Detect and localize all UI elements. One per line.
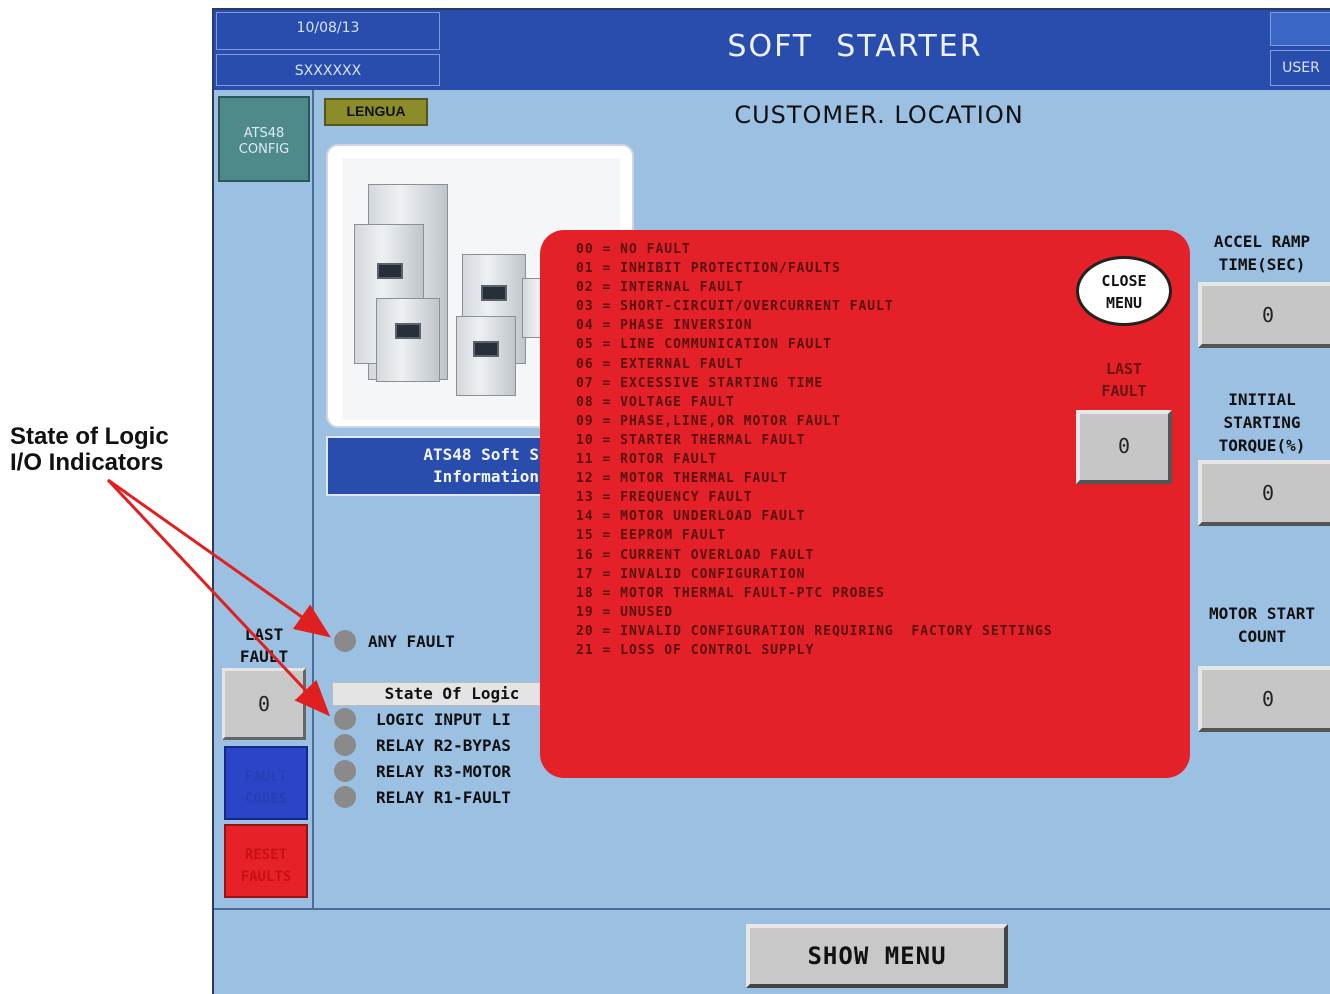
fault-code-item: 02 = INTERNAL FAULT <box>576 280 744 296</box>
fault-code-item: 00 = NO FAULT <box>576 242 691 257</box>
initial-torque-label: INITIAL STARTING TORQUE(%) <box>1218 390 1306 455</box>
logic-input-indicator <box>334 708 356 730</box>
fault-code-item: 06 = EXTERNAL FAULT <box>576 356 744 372</box>
user-button[interactable]: USER <box>1270 50 1330 86</box>
fault-code-item: 12 = MOTOR THERMAL FAULT <box>576 471 788 487</box>
initial-torque-value[interactable]: 0 <box>1198 460 1330 526</box>
relay-r1-indicator <box>334 786 356 808</box>
state-of-logic-header: State Of Logic <box>332 682 572 706</box>
callout-line-2: I/O Indicators <box>10 449 164 476</box>
date-display: 10/08/13 <box>216 12 440 50</box>
fault-code-item: 01 = INHIBIT PROTECTION/FAULTS <box>576 261 841 277</box>
device-compact-1 <box>376 298 440 382</box>
hmi-screen: 10/08/13 SXXXXXX SOFT STARTER USER ATS48… <box>212 8 1330 994</box>
fault-code-list: 00 = NO FAULT 01 = INHIBIT PROTECTION/FAU… <box>576 240 1053 660</box>
callout-label: State of Logic I/O Indicators <box>10 424 210 476</box>
motor-start-count-label: MOTOR START COUNT <box>1209 604 1315 646</box>
relay-r3-indicator <box>334 760 356 782</box>
any-fault-indicator <box>334 630 356 652</box>
fault-code-item: 20 = INVALID CONFIGURATION REQUIRING FAC… <box>576 623 1053 639</box>
logic-input-label: LOGIC INPUT LI <box>376 710 511 729</box>
left-sidebar: ATS48 CONFIG LAST FAULT 0 FAULT CODES RE… <box>214 90 314 908</box>
fault-code-item: 09 = PHASE,LINE,OR MOTOR FAULT <box>576 413 841 429</box>
motor-start-count-value: 0 <box>1198 666 1330 732</box>
fault-code-item: 07 = EXCESSIVE STARTING TIME <box>576 375 824 391</box>
fault-code-item: 05 = LINE COMMUNICATION FAULT <box>576 337 832 353</box>
fault-codes-button[interactable]: FAULT CODES <box>224 746 308 820</box>
close-menu-button[interactable]: CLOSE MENU <box>1076 256 1172 326</box>
fault-code-item: 19 = UNUSED <box>576 604 674 620</box>
fault-code-item: 16 = CURRENT OVERLOAD FAULT <box>576 547 815 563</box>
callout-line-1: State of Logic <box>10 423 169 450</box>
popup-last-fault-value: 0 <box>1076 410 1172 484</box>
fault-code-item: 15 = EEPROM FAULT <box>576 528 727 544</box>
relay-r3-label: RELAY R3-MOTOR <box>376 762 511 781</box>
relay-r2-label: RELAY R2-BYPAS <box>376 736 511 755</box>
fault-code-item: 11 = ROTOR FAULT <box>576 452 718 468</box>
fault-code-item: 04 = PHASE INVERSION <box>576 318 753 334</box>
fault-code-item: 08 = VOLTAGE FAULT <box>576 394 735 410</box>
relay-r1-label: RELAY R1-FAULT <box>376 788 511 807</box>
reset-faults-button[interactable]: RESET FAULTS <box>224 824 308 898</box>
app-title: SOFT STARTER <box>727 29 983 64</box>
station-code: SXXXXXX <box>216 54 440 86</box>
fault-code-item: 03 = SHORT-CIRCUIT/OVERCURRENT FAULT <box>576 299 894 315</box>
location-title: CUSTOMER. LOCATION <box>734 101 1024 129</box>
last-fault-label: LAST FAULT <box>239 625 289 666</box>
last-fault-value: 0 <box>222 668 306 740</box>
popup-last-fault-label: LAST FAULT <box>1101 360 1147 400</box>
ats48-config-button[interactable]: ATS48 CONFIG <box>218 96 310 182</box>
any-fault-label: ANY FAULT <box>368 632 455 651</box>
fault-code-item: 18 = MOTOR THERMAL FAULT-PTC PROBES <box>576 585 885 601</box>
fault-code-item: 21 = LOSS OF CONTROL SUPPLY <box>576 642 815 658</box>
accel-ramp-label: ACCEL RAMP TIME(SEC) <box>1213 232 1311 274</box>
device-compact-2 <box>456 316 516 396</box>
fault-code-item: 13 = FREQUENCY FAULT <box>576 490 753 506</box>
language-button[interactable]: LENGUA <box>324 98 428 126</box>
user-indicator <box>1270 12 1330 46</box>
header-bar: 10/08/13 SXXXXXX SOFT STARTER USER <box>214 10 1330 90</box>
accel-ramp-value[interactable]: 0 <box>1198 282 1330 348</box>
fault-codes-popup: 00 = NO FAULT 01 = INHIBIT PROTECTION/FAU… <box>540 230 1190 778</box>
fault-code-item: 17 = INVALID CONFIGURATION <box>576 566 806 582</box>
show-menu-button[interactable]: SHOW MENU <box>746 924 1008 988</box>
relay-r2-indicator <box>334 734 356 756</box>
fault-code-item: 10 = STARTER THERMAL FAULT <box>576 432 806 448</box>
fault-code-item: 14 = MOTOR UNDERLOAD FAULT <box>576 509 806 525</box>
